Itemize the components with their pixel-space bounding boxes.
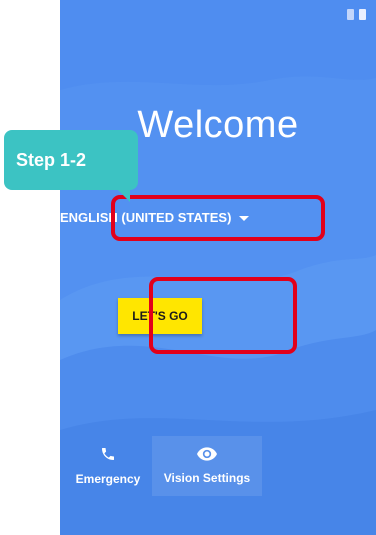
emergency-button[interactable]: Emergency [60,436,156,496]
button-highlight-box [149,277,297,354]
battery-icon [359,9,366,20]
eye-icon [197,447,217,461]
vision-settings-button[interactable]: Vision Settings [152,436,262,496]
step-callout-text: Step 1-2 [16,149,87,170]
sim-icon [347,9,354,20]
language-highlight-box [111,195,325,241]
emergency-label: Emergency [75,472,141,486]
step-callout: Step 1-2 [4,130,138,202]
vision-settings-label: Vision Settings [163,471,251,485]
status-bar [347,9,366,20]
phone-icon [102,448,114,460]
